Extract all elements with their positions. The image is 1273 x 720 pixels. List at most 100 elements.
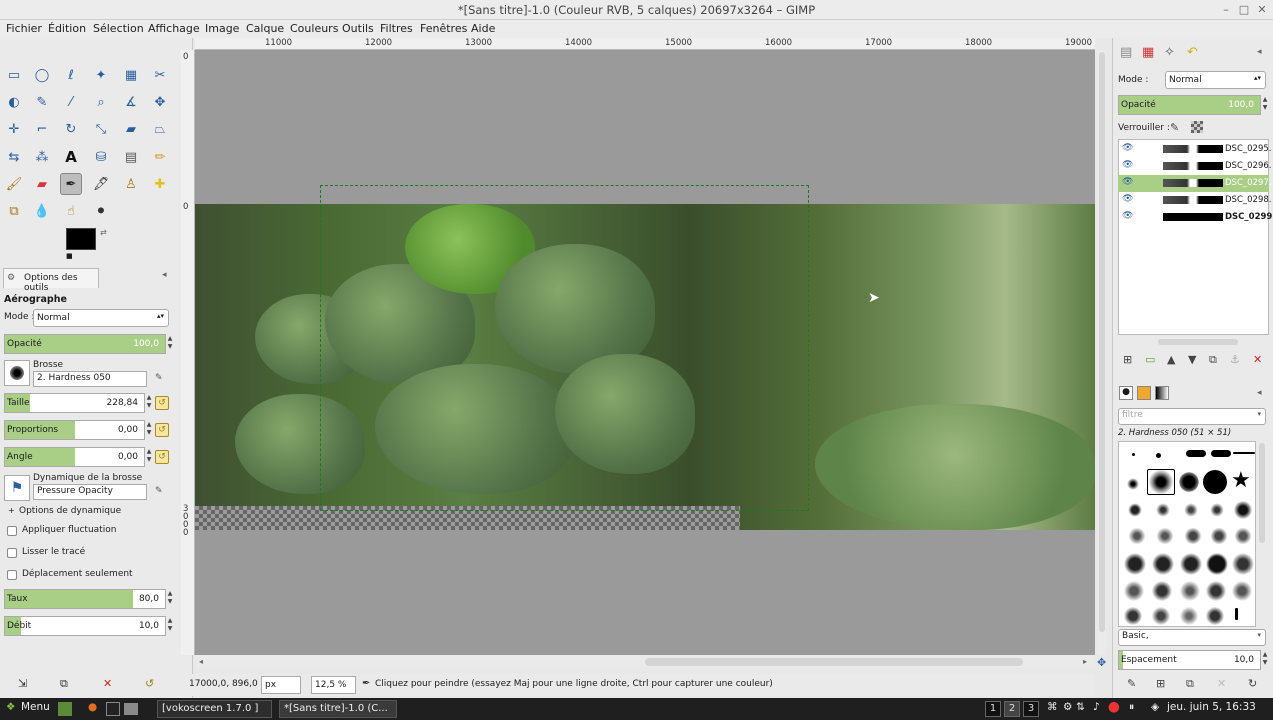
save-options-icon[interactable]: ⇲ — [18, 677, 27, 690]
color-select-icon[interactable]: ▦ — [120, 64, 142, 86]
brush-thumb-selected[interactable] — [1147, 469, 1175, 495]
tray-icon[interactable]: ⌘ — [1047, 701, 1058, 713]
size-reset-icon[interactable]: ↺ — [155, 396, 169, 410]
cage-icon[interactable]: ⁂ — [31, 146, 53, 168]
layer-mode-select[interactable]: Normal ▴▾ — [1165, 71, 1266, 89]
text-tool-icon[interactable]: A — [60, 146, 82, 168]
visibility-eye-icon[interactable]: 👁 — [1122, 160, 1133, 170]
anchor-layer-icon[interactable]: ⚓ — [1230, 353, 1240, 366]
new-brush-icon[interactable]: ⊞ — [1156, 677, 1165, 690]
menu-outils[interactable]: Outils — [342, 22, 374, 35]
ink-icon[interactable]: 🖋 — [90, 173, 112, 195]
dynamics-options-expander[interactable]: Options de dynamique — [19, 506, 121, 516]
brush-thumb[interactable] — [1127, 502, 1143, 518]
dynamics-field[interactable]: Pressure Opacity — [33, 484, 147, 500]
rect-select-icon[interactable]: ▭ — [3, 64, 25, 86]
lasso-icon[interactable]: ℓ — [60, 64, 82, 86]
menu-calque[interactable]: Calque — [246, 22, 284, 35]
navigate-icon[interactable]: ✥ — [1097, 656, 1106, 669]
blur-icon[interactable]: 💧 — [31, 200, 53, 222]
layer-row-selected[interactable]: 👁 DSC_0297. — [1118, 175, 1271, 192]
brush-grid[interactable]: ★ — [1118, 441, 1256, 627]
lock-alpha-icon[interactable] — [1191, 121, 1203, 133]
visibility-eye-icon[interactable]: 👁 — [1122, 194, 1133, 204]
tool-options-tab[interactable]: ⚙ Options des outils — [3, 268, 99, 293]
network-icon[interactable]: ⇅ — [1076, 701, 1085, 713]
tab-undo[interactable]: ↶ — [1187, 45, 1198, 60]
brush-thumb[interactable] — [1156, 453, 1161, 458]
brush-preview[interactable] — [4, 360, 30, 386]
tab-brushes[interactable]: ● — [1119, 386, 1133, 400]
fuzzy-select-icon[interactable]: ✦ — [90, 64, 112, 86]
layer-row[interactable]: 👁 DSC_0296. — [1118, 158, 1271, 175]
brush-thumb[interactable] — [1205, 606, 1225, 626]
brush-thumb[interactable] — [1186, 450, 1206, 457]
edit-brush-icon[interactable]: ✎ — [1127, 677, 1136, 690]
flow-spin-icon[interactable]: ▲ ▼ — [166, 617, 174, 635]
brush-thumb[interactable] — [1183, 526, 1203, 546]
menu-button[interactable]: Menu — [21, 701, 50, 713]
expander-plus-icon[interactable]: + — [8, 506, 15, 515]
dynamics-edit-icon[interactable]: ✎ — [155, 486, 163, 496]
menu-fichier[interactable]: Fichier — [6, 22, 42, 35]
menu-image[interactable]: Image — [205, 22, 239, 35]
measure-icon[interactable]: ∡ — [120, 91, 142, 113]
zoom-select[interactable]: 12,5 % — [311, 676, 356, 694]
move-icon[interactable]: ✥ — [149, 91, 171, 113]
tab-menu-icon[interactable]: ◂ — [162, 270, 167, 280]
tab-patterns[interactable] — [1137, 386, 1151, 400]
eraser-icon[interactable]: ▰ — [31, 173, 53, 195]
volume-icon[interactable]: ♪ — [1093, 701, 1100, 713]
reset-options-icon[interactable]: ↺ — [145, 677, 154, 690]
delete-brush-icon[interactable]: ✕ — [1217, 677, 1226, 690]
size-slider[interactable]: Taille 228,84 ▲ ▼ — [4, 393, 151, 413]
opacity-spin-icon[interactable]: ▲ ▼ — [166, 335, 174, 353]
workspace-2[interactable]: 2 — [1004, 701, 1020, 717]
brush-thumb[interactable] — [1203, 470, 1227, 494]
paintbrush-icon[interactable]: 🖌 — [3, 173, 25, 195]
pencil-icon[interactable]: ✏ — [149, 146, 171, 168]
tab-layers[interactable]: ▤ — [1120, 45, 1132, 60]
brush-thumb[interactable] — [1132, 453, 1135, 456]
menu-filtres[interactable]: Filtres — [380, 22, 413, 35]
refresh-brushes-icon[interactable]: ↻ — [1248, 677, 1257, 690]
layer-row[interactable]: 👁 DSC_0299.JPG — [1118, 209, 1273, 226]
angle-slider[interactable]: Angle 0,00 ▲ ▼ — [4, 447, 151, 467]
flip-icon[interactable]: ⇆ — [3, 146, 25, 168]
brush-thumb[interactable] — [1179, 606, 1199, 626]
shield-icon[interactable]: ◈ — [1151, 701, 1159, 713]
layer-opacity-spin-icon[interactable]: ▲ ▼ — [1261, 96, 1269, 114]
smooth-stroke-checkbox[interactable] — [7, 548, 17, 558]
brush-field[interactable]: 2. Hardness 050 — [33, 371, 147, 387]
shear-icon[interactable]: ▰ — [120, 118, 142, 140]
brush-thumb[interactable] — [1151, 606, 1171, 626]
layers-scrollbar-thumb[interactable] — [1158, 339, 1238, 345]
brush-grid-scrollbar-thumb[interactable] — [1259, 443, 1265, 543]
brush-thumb[interactable] — [1233, 452, 1255, 454]
brush-thumb[interactable] — [1127, 526, 1147, 546]
show-desktop-icon[interactable] — [58, 702, 72, 716]
paths-icon[interactable]: ✎ — [31, 91, 53, 113]
menu-fenetres[interactable]: Fenêtres — [420, 22, 467, 35]
ratio-reset-icon[interactable]: ↺ — [155, 423, 169, 437]
menu-couleurs[interactable]: Couleurs — [290, 22, 338, 35]
pause-icon[interactable]: ⏸ — [1129, 701, 1134, 714]
visibility-eye-icon[interactable]: 👁 — [1122, 211, 1133, 221]
maximize-button[interactable]: □ — [1237, 3, 1251, 16]
brush-thumb[interactable] — [1123, 552, 1147, 576]
default-colors-icon[interactable]: ■ — [66, 252, 73, 260]
color-picker-icon[interactable]: ⁄ — [60, 91, 82, 113]
brush-thumb[interactable] — [1151, 580, 1173, 602]
dodge-burn-icon[interactable]: ⚫ — [90, 200, 112, 222]
brush-dock-menu-icon[interactable]: ◂ — [1257, 388, 1262, 398]
star-brush-icon[interactable]: ★ — [1231, 470, 1255, 494]
heal-icon[interactable]: ✚ — [149, 173, 171, 195]
rate-spin-icon[interactable]: ▲ ▼ — [166, 590, 174, 608]
clone-icon[interactable]: ♙ — [120, 173, 142, 195]
tab-paths[interactable]: ✧ — [1164, 45, 1175, 60]
airbrush-icon[interactable]: ✒ — [60, 173, 82, 195]
brush-thumb[interactable] — [1123, 606, 1143, 626]
lock-pixels-icon[interactable]: ✎ — [1170, 121, 1179, 134]
spacing-slider[interactable]: Espacement 10,0 ▲ ▼ — [1118, 650, 1267, 670]
image-canvas[interactable]: ➤ — [195, 50, 1095, 655]
